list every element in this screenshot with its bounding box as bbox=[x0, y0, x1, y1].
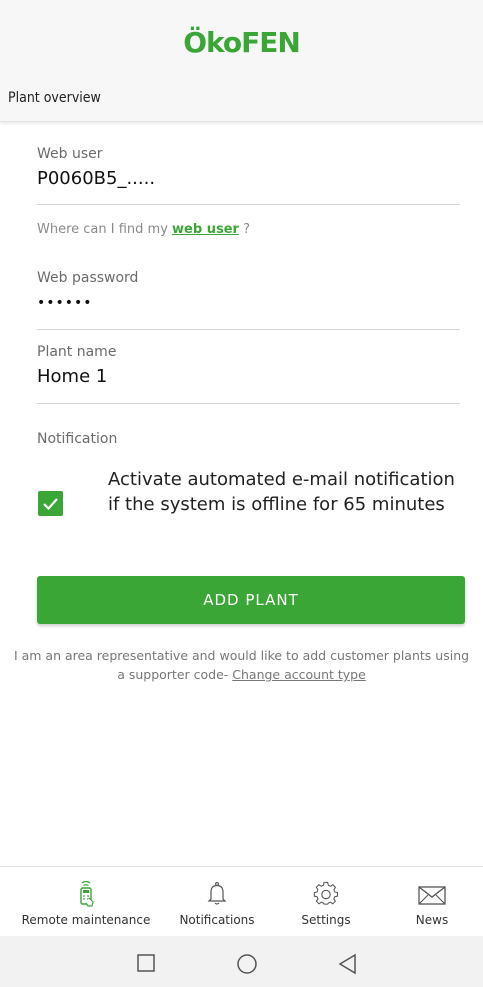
add-plant-button[interactable]: ADD PLANT bbox=[37, 576, 465, 624]
offline-notification-text: Activate automated e-mail notification i… bbox=[108, 469, 455, 515]
nav-label: Settings bbox=[301, 913, 351, 927]
gear-icon bbox=[313, 881, 339, 911]
okofen-logo: ÖkoFEN bbox=[183, 26, 301, 59]
web-user-label: Web user bbox=[37, 146, 103, 162]
nav-label: News bbox=[415, 913, 449, 927]
nav-settings[interactable]: Settings bbox=[283, 867, 369, 937]
nav-remote-maintenance[interactable]: Remote maintenance bbox=[0, 867, 172, 937]
web-user-field[interactable]: Web user P0060B5_..... bbox=[37, 146, 460, 205]
recent-apps-icon[interactable] bbox=[136, 953, 156, 977]
change-account-type-link[interactable]: Change account type bbox=[232, 667, 366, 682]
remote-icon bbox=[74, 880, 98, 911]
help-prefix: Where can I find my bbox=[37, 222, 173, 237]
nav-label: Remote maintenance bbox=[21, 913, 151, 927]
plant-name-label: Plant name bbox=[37, 344, 117, 360]
plant-name-input[interactable]: Home 1 bbox=[37, 366, 460, 387]
web-user-input[interactable]: P0060B5_..... bbox=[37, 168, 460, 189]
app-header: ÖkoFEN Plant overview bbox=[0, 0, 483, 122]
web-user-help-link[interactable]: web user bbox=[172, 222, 239, 237]
bottom-navigation: Remote maintenance Notifications Setting… bbox=[0, 866, 483, 936]
home-icon[interactable] bbox=[236, 953, 258, 979]
nav-label: Notifications bbox=[179, 913, 255, 927]
web-user-help: Where can I find my web user ? bbox=[37, 222, 250, 237]
offline-notification-checkbox[interactable] bbox=[38, 491, 63, 516]
page-title: Plant overview bbox=[8, 90, 101, 106]
nav-notifications[interactable]: Notifications bbox=[172, 867, 262, 937]
help-suffix: ? bbox=[238, 222, 250, 237]
web-password-label: Web password bbox=[37, 270, 139, 286]
web-password-input[interactable]: •••••• bbox=[37, 295, 460, 311]
checkmark-icon bbox=[43, 498, 58, 511]
plant-name-field[interactable]: Plant name Home 1 bbox=[37, 344, 460, 404]
area-rep-line1: I am an area representative and would li… bbox=[13, 648, 470, 663]
bell-icon bbox=[205, 881, 229, 911]
nav-news[interactable]: News bbox=[400, 867, 464, 937]
mail-icon bbox=[418, 886, 446, 910]
back-icon[interactable] bbox=[337, 953, 357, 979]
web-password-field[interactable]: Web password •••••• bbox=[37, 270, 460, 330]
area-rep-line2: a supporter code- Change account type bbox=[0, 665, 483, 684]
notification-label: Notification bbox=[37, 431, 118, 447]
area-rep-note: I am an area representative and would li… bbox=[0, 646, 483, 684]
area-rep-prefix: a supporter code- bbox=[117, 667, 233, 682]
system-navigation-bar bbox=[0, 936, 483, 987]
